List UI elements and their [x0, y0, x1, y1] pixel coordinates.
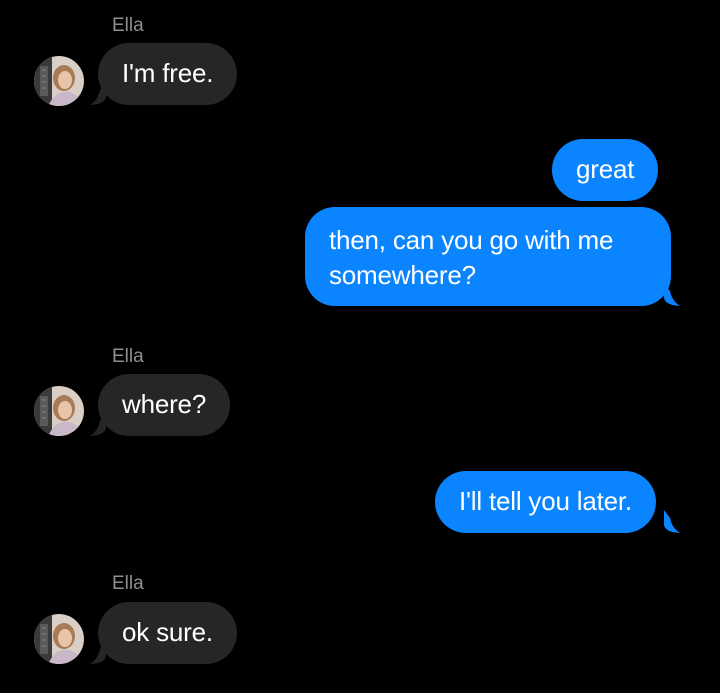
- bubble-tail: [662, 510, 684, 534]
- message-bubble-incoming[interactable]: where?: [98, 374, 231, 436]
- avatar-photo-icon: [34, 386, 84, 436]
- avatar[interactable]: [34, 56, 84, 106]
- message-text: I'm free.: [122, 58, 214, 88]
- message-text: then, can you go with me somewhere?: [329, 225, 614, 290]
- message-text: great: [576, 154, 635, 184]
- sender-name: Ella: [112, 573, 144, 594]
- message-bubble-incoming[interactable]: ok sure.: [98, 602, 237, 664]
- message-text: ok sure.: [122, 617, 213, 647]
- avatar[interactable]: [34, 614, 84, 664]
- bubble-tail: [86, 641, 108, 665]
- message-bubble-outgoing[interactable]: I'll tell you later.: [435, 471, 656, 533]
- message-bubble-incoming[interactable]: I'm free.: [98, 43, 238, 105]
- bubble-tail: [86, 82, 108, 106]
- message-text: where?: [122, 389, 207, 419]
- bubble-tail: [86, 413, 108, 437]
- message-bubble-outgoing[interactable]: great: [552, 139, 659, 201]
- sender-name: Ella: [112, 15, 144, 36]
- message-text: I'll tell you later.: [459, 486, 632, 516]
- avatar-photo-icon: [34, 614, 84, 664]
- sender-name: Ella: [112, 346, 144, 367]
- avatar-photo-icon: [34, 56, 84, 106]
- bubble-tail: [662, 283, 684, 307]
- message-bubble-outgoing[interactable]: then, can you go with me somewhere?: [305, 207, 671, 306]
- avatar[interactable]: [34, 386, 84, 436]
